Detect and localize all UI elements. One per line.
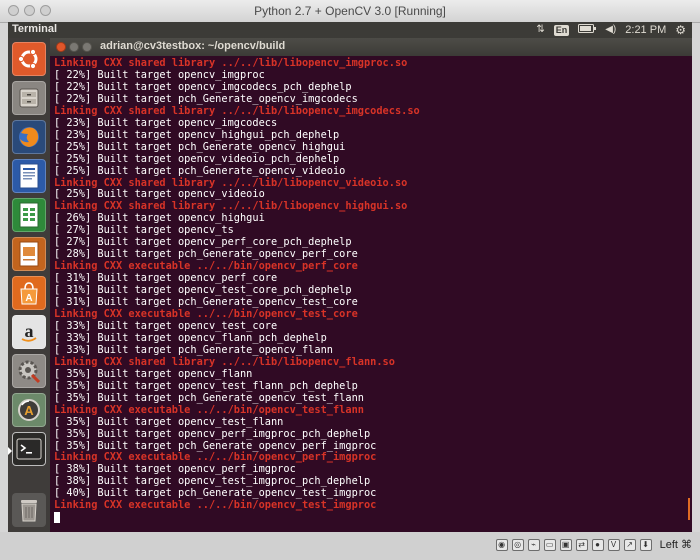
launcher-terminal-button[interactable]: [12, 432, 46, 466]
terminal-build-line: [ 35%] Built target pch_Generate_opencv_…: [54, 391, 364, 404]
impress-presentation-icon: [18, 241, 40, 267]
trash-icon: [18, 497, 40, 523]
unity-launcher: A a A: [8, 38, 50, 532]
launcher-firefox-button[interactable]: [12, 120, 46, 154]
host-status-bar: ◉ ◎ ⌁ ▭ ▣ ⇄ ● V ↗ ⬇ Left ⌘: [0, 532, 700, 560]
network-arrows-icon[interactable]: ⇅: [536, 24, 544, 36]
terminal-maximize-button[interactable]: [82, 42, 92, 52]
ubuntu-top-panel: Terminal ⇅ En ◀) 2:21 PM ⚙: [8, 22, 692, 38]
terminal-link-line: Linking CXX shared library ../../lib/lib…: [54, 355, 395, 368]
panel-indicators: ⇅ En ◀) 2:21 PM ⚙: [536, 22, 686, 38]
mouse-integration-icon[interactable]: ↗: [623, 538, 636, 551]
launcher-amazon-button[interactable]: a: [12, 315, 46, 349]
svg-text:A: A: [25, 293, 32, 304]
terminal-title: adrian@cv3testbox: ~/opencv/build: [100, 40, 286, 52]
terminal-scroll-indicator[interactable]: [688, 498, 690, 520]
terminal-build-line: [ 23%] Built target opencv_highgui_pch_d…: [54, 128, 340, 141]
updater-icon: A: [16, 397, 42, 423]
launcher-trash-button[interactable]: [12, 493, 46, 527]
terminal-build-line: [ 35%] Built target opencv_test_flann: [54, 415, 284, 428]
optical-drive-icon[interactable]: ◎: [511, 538, 524, 551]
launcher-updater-button[interactable]: A: [12, 393, 46, 427]
terminal-build-line: [ 35%] Built target opencv_test_flann_pc…: [54, 379, 358, 392]
file-cabinet-icon: [17, 86, 41, 110]
svg-text:a: a: [25, 321, 34, 341]
usb-icon[interactable]: ⌁: [527, 538, 540, 551]
terminal-build-line: [ 23%] Built target opencv_imgcodecs: [54, 116, 278, 129]
gear-icon[interactable]: ⚙: [675, 24, 686, 36]
launcher-calc-button[interactable]: [12, 198, 46, 232]
launcher-files-button[interactable]: [12, 81, 46, 115]
display-icon[interactable]: ▣: [559, 538, 572, 551]
clock[interactable]: 2:21 PM: [625, 24, 666, 36]
virtualization-icon[interactable]: V: [607, 538, 620, 551]
terminal-titlebar: adrian@cv3testbox: ~/opencv/build: [50, 38, 692, 56]
terminal-build-line: [ 25%] Built target opencv_videoio_pch_d…: [54, 152, 340, 165]
shopping-bag-icon: A: [17, 280, 41, 306]
terminal-build-line: [ 25%] Built target pch_Generate_opencv_…: [54, 164, 346, 177]
host-key-label: Left ⌘: [659, 539, 692, 551]
launcher-software-center-button[interactable]: A: [12, 276, 46, 310]
terminal-build-line: [ 25%] Built target pch_Generate_opencv_…: [54, 140, 346, 153]
terminal-link-line: Linking CXX executable ../../bin/opencv_…: [54, 499, 377, 512]
terminal-close-button[interactable]: [56, 42, 66, 52]
status-icons: ◉ ◎ ⌁ ▭ ▣ ⇄ ● V ↗ ⬇ Left ⌘: [495, 538, 692, 551]
terminal-minimize-button[interactable]: [69, 42, 79, 52]
launcher-dash-button[interactable]: [12, 42, 46, 76]
terminal-icon: [16, 437, 42, 461]
writer-document-icon: [18, 163, 40, 189]
terminal-build-line: [ 35%] Built target opencv_flann: [54, 367, 253, 380]
terminal-output[interactable]: Linking CXX shared library ../../lib/lib…: [50, 56, 692, 532]
terminal-lines: Linking CXX shared library ../../lib/lib…: [50, 56, 692, 524]
keyboard-layout-indicator[interactable]: En: [553, 24, 570, 36]
launcher-settings-button[interactable]: [12, 354, 46, 388]
network-icon[interactable]: ⇄: [575, 538, 588, 551]
host-window-title: Python 2.7 + OpenCV 3.0 [Running]: [254, 4, 446, 18]
amazon-icon: a: [17, 320, 41, 344]
host-window-titlebar: Python 2.7 + OpenCV 3.0 [Running]: [0, 0, 700, 23]
video-capture-icon[interactable]: ●: [591, 538, 604, 551]
terminal-link-line: Linking CXX shared library ../../lib/lib…: [54, 104, 420, 117]
terminal-link-line: Linking CXX executable ../../bin/opencv_…: [54, 403, 364, 416]
hard-disk-icon[interactable]: ◉: [495, 538, 508, 551]
settings-gear-icon: [16, 358, 42, 384]
active-app-name[interactable]: Terminal: [12, 23, 57, 35]
shared-folder-icon[interactable]: ▭: [543, 538, 556, 551]
launcher-impress-button[interactable]: [12, 237, 46, 271]
keyboard-capture-icon[interactable]: ⬇: [639, 538, 652, 551]
volume-icon[interactable]: ◀): [605, 24, 616, 36]
svg-text:A: A: [24, 403, 34, 418]
launcher-writer-button[interactable]: [12, 159, 46, 193]
ubuntu-logo-icon: [17, 47, 41, 71]
calc-spreadsheet-icon: [18, 202, 40, 228]
battery-icon[interactable]: [578, 24, 597, 36]
terminal-prompt-line[interactable]: [54, 512, 692, 524]
terminal-cursor: [54, 512, 60, 524]
firefox-icon: [16, 124, 42, 150]
terminal-build-line: [ 35%] Built target opencv_perf_imgproc_…: [54, 427, 371, 440]
